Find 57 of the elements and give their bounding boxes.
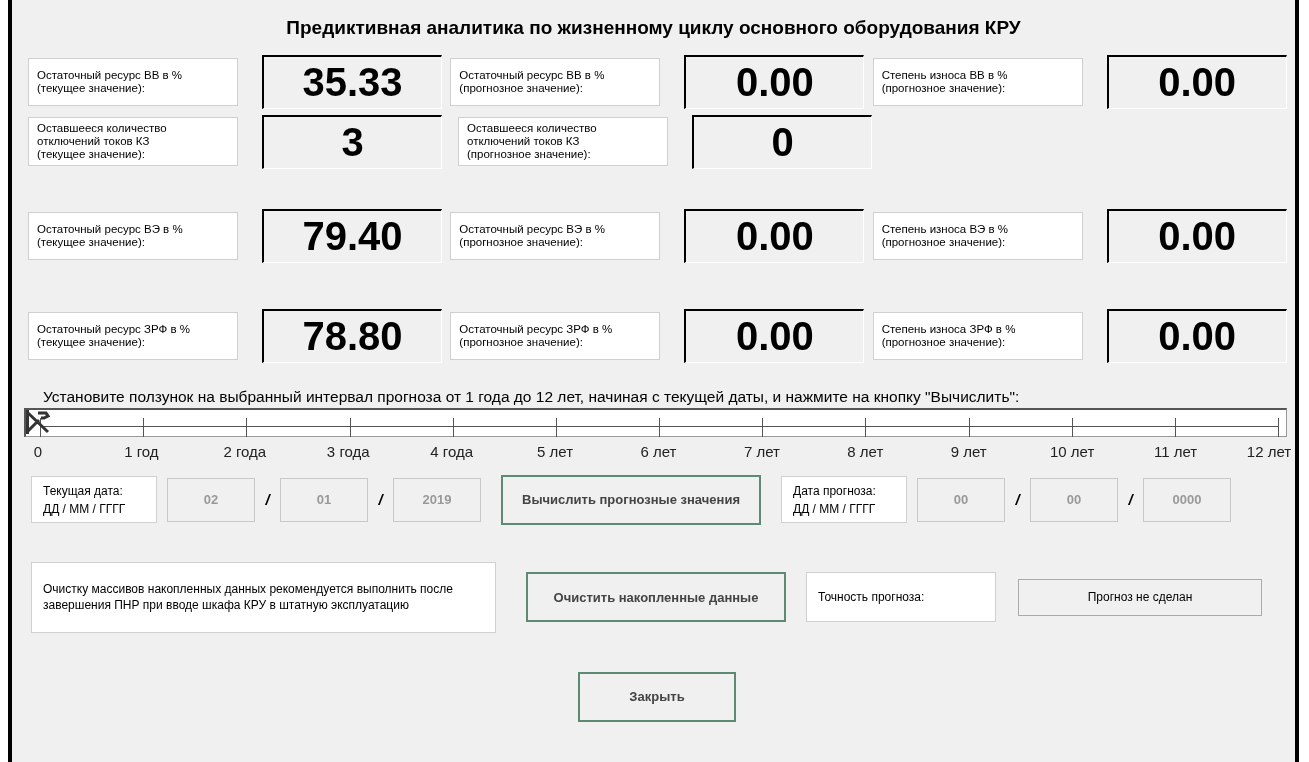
field-label: Степень износа ВВ в % (прогнозное значение): bbox=[872, 57, 1083, 106]
tick-label: 4 года bbox=[430, 441, 474, 462]
value-display: 79.40 bbox=[262, 208, 442, 263]
field-label: Оставшееся количество отключений токов КЗ (текущее значение): bbox=[28, 117, 238, 166]
accuracy-value: Прогноз не сделан bbox=[1018, 578, 1262, 616]
value-display: 0.00 bbox=[684, 54, 865, 109]
field-label: Остаточный ресурс ВЭ в % (текущее значение): bbox=[28, 211, 238, 260]
date-separator: / bbox=[377, 489, 385, 510]
field-label: Оставшееся количество отключений токов КЗ (прогнозное значение): bbox=[458, 117, 668, 166]
value-display: 0.00 bbox=[1106, 208, 1287, 263]
field-label: Степень износа ВЭ в % (прогнозное значение): bbox=[872, 211, 1083, 260]
field-label: Остаточный ресурс ЗРФ в % (прогнозное значение): bbox=[450, 311, 661, 360]
tick-label: 10 лет bbox=[1050, 441, 1095, 462]
tick-label: 0 bbox=[33, 441, 43, 462]
field-label: Остаточный ресурс ВВ в % (прогнозное значение): bbox=[450, 57, 661, 106]
date-field[interactable]: 00 bbox=[1030, 477, 1118, 522]
value-display: 0.00 bbox=[684, 208, 865, 263]
date-label: Дата прогноза: ДД / ММ / ГГГГ bbox=[781, 476, 907, 524]
value-display: 0.00 bbox=[684, 308, 865, 363]
value-display: 35.33 bbox=[262, 54, 442, 109]
value-display: 3 bbox=[262, 114, 442, 169]
window-title: Предиктивная аналитика по жизненному циклу основного оборудования КРУ bbox=[285, 16, 1022, 40]
tick-label: 2 года bbox=[223, 441, 267, 462]
field-label: Остаточный ресурс ВЭ в % (прогнозное значение): bbox=[450, 211, 661, 260]
compute-button[interactable]: Вычислить прогнозные значения bbox=[501, 474, 761, 525]
date-field[interactable]: 0000 bbox=[1143, 477, 1231, 522]
tick-label: 11 лет bbox=[1153, 441, 1198, 462]
date-field[interactable]: 2019 bbox=[393, 477, 481, 522]
tick-label: 3 года bbox=[326, 441, 370, 462]
tick-label: 1 год bbox=[124, 441, 159, 462]
date-separator: / bbox=[1127, 489, 1135, 510]
slider-thumb-icon[interactable] bbox=[26, 409, 50, 434]
date-label: Текущая дата: ДД / ММ / ГГГГ bbox=[31, 476, 157, 524]
slider-track[interactable] bbox=[24, 407, 1287, 437]
value-display: 0 bbox=[692, 114, 872, 169]
accuracy-label: Точность прогноза: bbox=[806, 572, 996, 623]
date-separator: / bbox=[264, 489, 272, 510]
tick-label: 8 лет bbox=[847, 441, 884, 462]
tick-label: 5 лет bbox=[537, 441, 574, 462]
clear-data-button[interactable]: Очистить накопленные данные bbox=[526, 572, 786, 623]
tick-label: 6 лет bbox=[640, 441, 677, 462]
date-field[interactable]: 02 bbox=[167, 477, 255, 522]
field-label: Остаточный ресурс ВВ в % (текущее значение): bbox=[28, 57, 238, 106]
close-button[interactable]: Закрыть bbox=[578, 671, 736, 722]
date-field[interactable]: 00 bbox=[917, 477, 1005, 522]
value-display: 78.80 bbox=[262, 308, 442, 363]
value-display: 0.00 bbox=[1106, 54, 1287, 109]
date-field[interactable]: 01 bbox=[280, 477, 368, 522]
instruction-text: Установите ползунок на выбранный интервал прогноза от 1 года до 12 лет, начиная с текущей даты, и нажмите на кнопку "Вычислить": bbox=[43, 386, 1021, 407]
field-label: Остаточный ресурс ЗРФ в % (текущее значение): bbox=[28, 311, 238, 360]
tick-label: 12 лет bbox=[1246, 441, 1292, 462]
tick-label: 9 лет bbox=[950, 441, 987, 462]
field-label: Степень износа ЗРФ в % (прогнозное значение): bbox=[872, 311, 1083, 360]
date-separator: / bbox=[1014, 489, 1022, 510]
value-display: 0.00 bbox=[1106, 308, 1287, 363]
info-note: Очистку массивов накопленных данных рекомендуется выполнить после завершения ПНР при вводе шкафа КРУ в штатную эксплуатацию bbox=[31, 561, 496, 633]
tick-label: 7 лет bbox=[743, 441, 780, 462]
